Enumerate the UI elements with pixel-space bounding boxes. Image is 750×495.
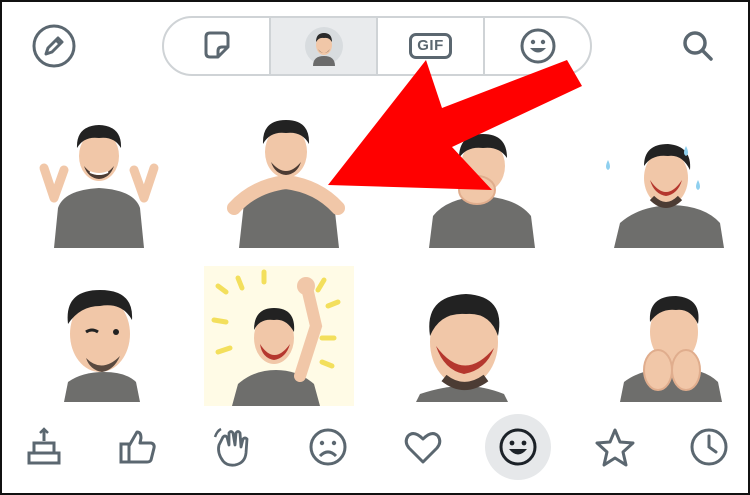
cake-icon (27, 427, 61, 465)
category-bar (2, 403, 748, 493)
gif-icon: GIF (409, 33, 452, 59)
sticker-giggling[interactable] (594, 262, 744, 402)
tab-avatar[interactable] (271, 18, 378, 74)
tab-gif[interactable]: GIF (378, 18, 485, 74)
sad-face-icon (309, 428, 347, 466)
edit-button[interactable] (31, 23, 77, 69)
sticker-icon (204, 31, 229, 59)
category-sad[interactable] (300, 419, 356, 475)
smiley-icon (499, 428, 537, 466)
sticker-peace-sign[interactable] (24, 108, 174, 248)
clock-icon (690, 428, 728, 466)
smiley-icon (520, 28, 555, 64)
pencil-icon (32, 24, 76, 68)
sticker-chin-on-hands[interactable] (214, 108, 364, 248)
category-thumbs-up[interactable] (110, 419, 166, 475)
category-celebrate[interactable] (16, 419, 72, 475)
category-love[interactable] (395, 419, 451, 475)
screenshot-frame: GIF (0, 0, 750, 495)
sticker-grid (2, 98, 748, 406)
waving-hand-icon (213, 427, 249, 467)
tab-stickers[interactable] (164, 18, 271, 74)
category-wave[interactable] (205, 419, 261, 475)
sticker-winking[interactable] (24, 262, 174, 402)
heart-icon (404, 432, 442, 464)
category-smileys[interactable] (485, 414, 551, 480)
category-recent[interactable] (681, 419, 737, 475)
sticker-hands-over-mouth[interactable] (407, 108, 557, 248)
sticker-laughing[interactable] (404, 262, 554, 402)
avatar-icon (304, 27, 343, 66)
category-favorites[interactable] (587, 419, 643, 475)
sticker-sweating-laugh[interactable] (594, 108, 744, 248)
picker-header: GIF (2, 2, 748, 98)
search-button[interactable] (675, 23, 721, 69)
star-icon (595, 428, 635, 467)
tab-emoji[interactable] (485, 18, 590, 74)
picker-tabs: GIF (162, 16, 592, 76)
search-icon (683, 31, 713, 61)
thumbs-up-icon (119, 430, 156, 464)
sticker-celebrating-fist[interactable] (204, 266, 354, 406)
